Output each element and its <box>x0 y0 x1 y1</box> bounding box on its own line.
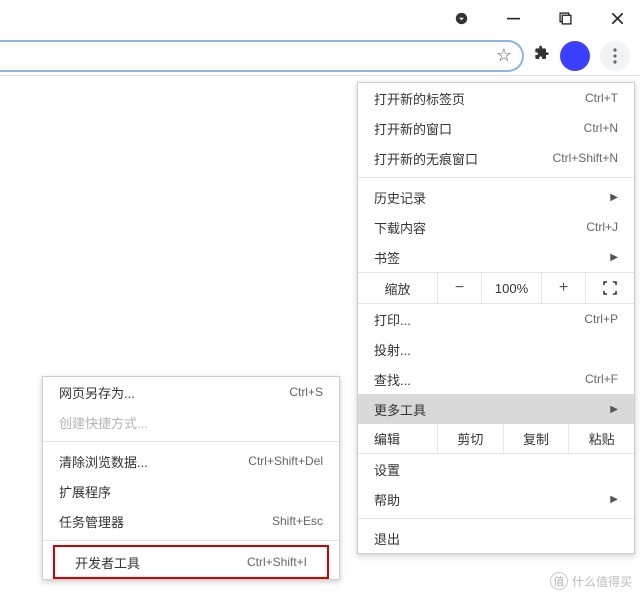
menu-item-label: 历史记录 <box>374 188 604 207</box>
more-tools-submenu: 网页另存为... Ctrl+S 创建快捷方式... 清除浏览数据... Ctrl… <box>42 376 340 580</box>
menu-item-label: 下载内容 <box>374 218 586 237</box>
submenu-devtools[interactable]: 开发者工具 Ctrl+Shift+I <box>59 547 323 577</box>
menu-item-label: 扩展程序 <box>59 482 323 501</box>
menu-item-shortcut: Ctrl+T <box>585 91 618 105</box>
menu-help[interactable]: 帮助 ▶ <box>358 484 634 514</box>
zoom-out-button[interactable]: − <box>438 273 482 303</box>
edit-copy-button[interactable]: 复制 <box>504 424 570 453</box>
bookmark-star-icon[interactable]: ☆ <box>496 45 512 66</box>
close-button[interactable] <box>600 4 634 32</box>
menu-item-shortcut: Ctrl+J <box>586 220 618 234</box>
devtools-highlight: 开发者工具 Ctrl+Shift+I <box>53 545 329 579</box>
watermark-icon: 值 <box>550 572 568 590</box>
menu-item-label: 打开新的标签页 <box>374 89 585 108</box>
submenu-arrow-icon: ▶ <box>610 192 618 203</box>
extensions-icon[interactable] <box>534 45 550 66</box>
menu-item-label: 任务管理器 <box>59 512 272 531</box>
tab-dropdown-icon[interactable] <box>444 4 478 32</box>
edit-cut-button[interactable]: 剪切 <box>438 424 504 453</box>
menu-cast[interactable]: 投射... <box>358 334 634 364</box>
menu-new-window[interactable]: 打开新的窗口 Ctrl+N <box>358 113 634 143</box>
menu-new-tab[interactable]: 打开新的标签页 Ctrl+T <box>358 83 634 113</box>
submenu-extensions[interactable]: 扩展程序 <box>43 476 339 506</box>
menu-find[interactable]: 查找... Ctrl+F <box>358 364 634 394</box>
submenu-create-shortcut: 创建快捷方式... <box>43 407 339 437</box>
watermark-text: 什么值得买 <box>572 573 632 590</box>
edit-label: 编辑 <box>358 424 438 453</box>
menu-item-label: 帮助 <box>374 490 604 509</box>
menu-edit-row: 编辑 剪切 复制 粘贴 <box>358 424 634 454</box>
menu-separator <box>358 518 634 519</box>
menu-more-tools[interactable]: 更多工具 ▶ <box>358 394 634 424</box>
menu-item-shortcut: Ctrl+Shift+I <box>247 555 307 569</box>
fullscreen-button[interactable] <box>586 273 634 303</box>
menu-item-label: 清除浏览数据... <box>59 452 248 471</box>
menu-item-shortcut: Ctrl+S <box>289 385 323 399</box>
window-titlebar <box>0 0 640 36</box>
zoom-in-button[interactable]: + <box>542 273 586 303</box>
menu-item-label: 退出 <box>374 529 618 548</box>
watermark: 值 什么值得买 <box>550 572 632 590</box>
menu-exit[interactable]: 退出 <box>358 523 634 553</box>
edit-paste-button[interactable]: 粘贴 <box>569 424 634 453</box>
submenu-task-manager[interactable]: 任务管理器 Shift+Esc <box>43 506 339 536</box>
menu-item-shortcut: Ctrl+F <box>585 372 618 386</box>
menu-zoom-row: 缩放 − 100% + <box>358 272 634 304</box>
submenu-arrow-icon: ▶ <box>610 252 618 263</box>
menu-bookmarks[interactable]: 书签 ▶ <box>358 242 634 272</box>
minimize-button[interactable] <box>496 4 530 32</box>
menu-item-label: 书签 <box>374 248 604 267</box>
menu-button[interactable] <box>600 41 630 71</box>
main-menu: 打开新的标签页 Ctrl+T 打开新的窗口 Ctrl+N 打开新的无痕窗口 Ct… <box>357 82 635 554</box>
submenu-clear-data[interactable]: 清除浏览数据... Ctrl+Shift+Del <box>43 446 339 476</box>
menu-history[interactable]: 历史记录 ▶ <box>358 182 634 212</box>
menu-item-label: 打开新的无痕窗口 <box>374 149 553 168</box>
menu-item-label: 投射... <box>374 340 618 359</box>
menu-item-shortcut: Ctrl+P <box>584 312 618 326</box>
menu-downloads[interactable]: 下载内容 Ctrl+J <box>358 212 634 242</box>
menu-item-label: 查找... <box>374 370 585 389</box>
menu-item-label: 网页另存为... <box>59 383 289 402</box>
submenu-arrow-icon: ▶ <box>610 404 618 415</box>
menu-print[interactable]: 打印... Ctrl+P <box>358 304 634 334</box>
maximize-button[interactable] <box>548 4 582 32</box>
profile-avatar[interactable] <box>560 41 590 71</box>
address-bar[interactable]: ☆ <box>0 40 524 72</box>
menu-separator <box>358 177 634 178</box>
menu-item-label: 开发者工具 <box>75 553 247 572</box>
submenu-arrow-icon: ▶ <box>610 494 618 505</box>
toolbar: ☆ <box>0 36 640 76</box>
zoom-value: 100% <box>482 273 542 303</box>
menu-item-label: 打印... <box>374 310 584 329</box>
menu-new-incognito[interactable]: 打开新的无痕窗口 Ctrl+Shift+N <box>358 143 634 173</box>
menu-item-label: 创建快捷方式... <box>59 413 323 432</box>
menu-separator <box>43 441 339 442</box>
menu-item-shortcut: Ctrl+Shift+Del <box>248 454 323 468</box>
menu-item-shortcut: Shift+Esc <box>272 514 323 528</box>
menu-item-label: 更多工具 <box>374 400 604 419</box>
menu-item-label: 设置 <box>374 460 618 479</box>
menu-item-shortcut: Ctrl+N <box>584 121 618 135</box>
menu-item-shortcut: Ctrl+Shift+N <box>553 151 618 165</box>
menu-settings[interactable]: 设置 <box>358 454 634 484</box>
menu-item-label: 打开新的窗口 <box>374 119 584 138</box>
submenu-save-as[interactable]: 网页另存为... Ctrl+S <box>43 377 339 407</box>
menu-separator <box>43 540 339 541</box>
zoom-label: 缩放 <box>358 273 438 303</box>
